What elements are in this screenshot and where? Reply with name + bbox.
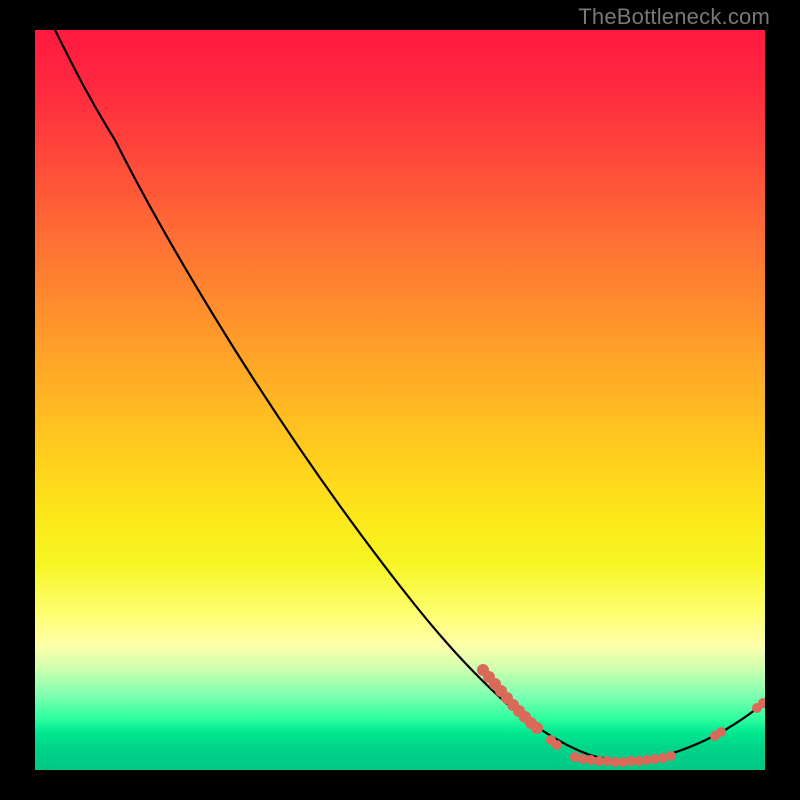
watermark-text: TheBottleneck.com	[578, 4, 770, 30]
scatter-points	[477, 664, 765, 767]
bottleneck-curve	[55, 30, 765, 761]
chart-container: TheBottleneck.com	[0, 0, 800, 800]
curve-layer	[35, 30, 765, 770]
